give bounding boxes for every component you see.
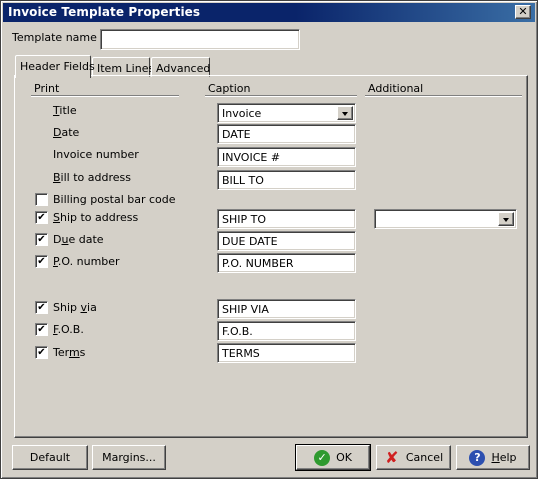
question-circle-icon: ? — [469, 449, 486, 466]
ok-button[interactable]: ✓ OK — [295, 444, 371, 471]
field-label-title: Title — [53, 104, 77, 117]
chevron-down-icon[interactable] — [337, 106, 353, 120]
title-caption-value: Invoice — [222, 107, 262, 120]
template-name-input[interactable] — [100, 29, 300, 50]
ship-to-caption-input[interactable]: SHIP TO — [217, 209, 356, 229]
field-label-bill-to-address: Bill to address — [53, 171, 131, 184]
terms-caption-input[interactable]: TERMS — [217, 343, 356, 363]
column-divider-print — [31, 95, 179, 97]
due-date-checkbox[interactable]: ✔ — [35, 233, 48, 246]
column-header-print: Print — [34, 82, 60, 95]
terms-checkbox[interactable]: ✔ — [35, 346, 48, 359]
field-label-date: Date — [53, 126, 80, 139]
column-divider-additional — [365, 95, 522, 97]
ship-to-address-checkbox[interactable]: ✔ — [35, 211, 48, 224]
check-circle-icon: ✓ — [314, 449, 331, 466]
fob-checkbox[interactable]: ✔ — [35, 323, 48, 336]
tab-item-lines[interactable]: Item Lines — [92, 57, 154, 77]
tab-header-fields[interactable]: Header Fields — [15, 55, 95, 78]
field-label-terms: Terms — [53, 346, 86, 359]
field-label-invoice-number: Invoice number — [53, 148, 139, 161]
field-label-due-date: Due date — [53, 233, 104, 246]
dialog-window: Invoice Template Properties ✕ Template n… — [0, 0, 538, 479]
help-button[interactable]: ? Help — [456, 445, 530, 470]
column-header-additional: Additional — [368, 82, 424, 95]
field-label-ship-via: Ship via — [53, 301, 97, 314]
default-button[interactable]: Default — [12, 445, 88, 470]
title-caption-dropdown[interactable]: Invoice — [217, 103, 356, 123]
cancel-button[interactable]: ✘ Cancel — [376, 445, 451, 470]
ok-button-label: OK — [336, 451, 352, 464]
po-number-caption-input[interactable]: P.O. NUMBER — [217, 253, 356, 273]
field-label-billing-postal-bar-code: Billing postal bar code — [53, 193, 176, 206]
field-label-ship-to-address: Ship to address — [53, 211, 139, 224]
column-header-caption: Caption — [208, 82, 251, 95]
window-title: Invoice Template Properties — [8, 5, 201, 19]
fob-caption-input[interactable]: F.O.B. — [217, 321, 356, 341]
margins-button-label: Margins... — [102, 451, 156, 464]
date-caption-input[interactable]: DATE — [217, 124, 356, 144]
default-button-label: Default — [29, 451, 71, 464]
template-name-label: Template name — [12, 31, 97, 44]
close-button[interactable]: ✕ — [515, 5, 531, 19]
chevron-down-icon[interactable] — [498, 212, 514, 226]
close-icon: ✕ — [518, 5, 528, 18]
title-bar[interactable]: Invoice Template Properties ✕ — [3, 3, 535, 22]
cancel-button-label: Cancel — [405, 451, 444, 464]
ship-via-checkbox[interactable]: ✔ — [35, 301, 48, 314]
due-date-caption-input[interactable]: DUE DATE — [217, 231, 356, 251]
bill-to-caption-input[interactable]: BILL TO — [217, 170, 356, 190]
ship-to-additional-dropdown[interactable] — [374, 209, 517, 229]
margins-button[interactable]: Margins... — [92, 445, 166, 470]
help-button-label: Help — [491, 451, 517, 464]
billing-postal-bar-code-checkbox[interactable] — [35, 193, 48, 206]
po-number-checkbox[interactable]: ✔ — [35, 255, 48, 268]
tab-advanced[interactable]: Advanced — [151, 57, 210, 77]
column-divider-caption — [205, 95, 357, 97]
ship-via-caption-input[interactable]: SHIP VIA — [217, 299, 356, 319]
invoice-number-caption-input[interactable]: INVOICE # — [217, 147, 356, 167]
field-label-po-number: P.O. number — [53, 255, 120, 268]
red-x-icon: ✘ — [385, 448, 399, 467]
field-label-fob: F.O.B. — [53, 323, 84, 336]
